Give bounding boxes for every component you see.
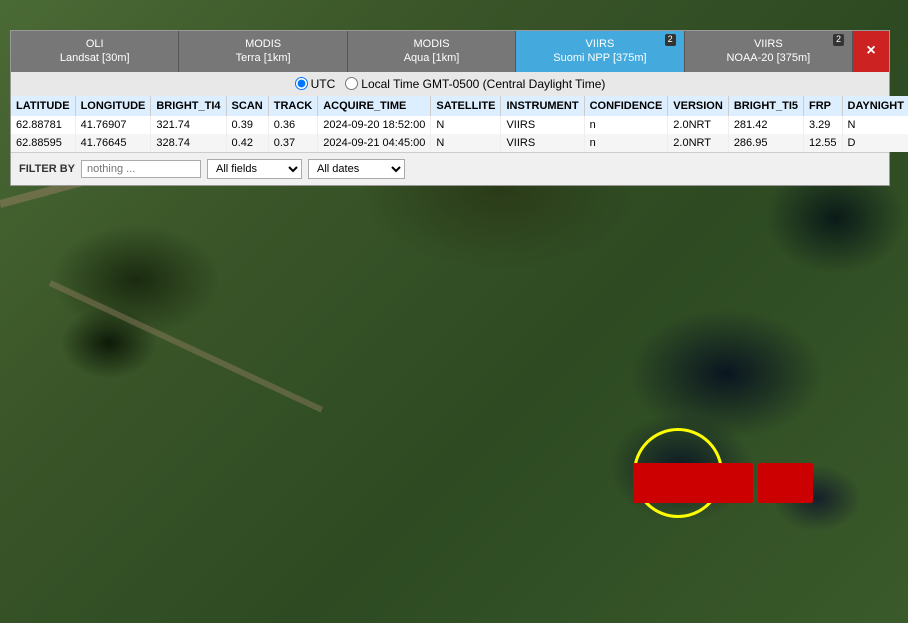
cell-confidence: n: [584, 134, 668, 152]
utc-radio-label[interactable]: UTC: [295, 77, 336, 91]
tab-modis-aqua[interactable]: MODIS Aqua [1km]: [348, 31, 516, 72]
tab-modis-terra[interactable]: MODIS Terra [1km]: [179, 31, 347, 72]
tab-oli[interactable]: OLI Landsat [30m]: [11, 31, 179, 72]
tab-viirs-noaa-label: VIIRS: [689, 37, 848, 51]
col-track: TRACK: [268, 96, 318, 116]
col-daynight: DAYNIGHT: [842, 96, 908, 116]
table-header: LATITUDE LONGITUDE BRIGHT_TI4 SCAN TRACK…: [11, 96, 908, 116]
table-body: 62.8878141.76907321.740.390.362024-09-20…: [11, 116, 908, 152]
cell-longitude: 41.76645: [75, 134, 151, 152]
tab-viirs-snpp-label: VIIRS: [520, 37, 679, 51]
cell-bright_ti5: 281.42: [728, 116, 803, 134]
cell-scan: 0.42: [226, 134, 268, 152]
cell-bright_ti5: 286.95: [728, 134, 803, 152]
tab-oli-sublabel: Landsat [30m]: [15, 51, 174, 65]
cell-bright_ti4: 321.74: [151, 116, 226, 134]
cell-confidence: n: [584, 116, 668, 134]
tab-modis-terra-sublabel: Terra [1km]: [183, 51, 342, 65]
tab-oli-label: OLI: [15, 37, 174, 51]
col-confidence: CONFIDENCE: [584, 96, 668, 116]
tabs-row: OLI Landsat [30m] MODIS Terra [1km] MODI…: [11, 31, 889, 72]
col-version: VERSION: [668, 96, 729, 116]
utc-radio[interactable]: [295, 77, 308, 90]
filter-fields-select[interactable]: All fields LATITUDE LONGITUDE BRIGHT_TI4…: [207, 159, 302, 179]
cell-scan: 0.39: [226, 116, 268, 134]
cell-frp: 12.55: [804, 134, 843, 152]
filter-row: FILTER BY All fields LATITUDE LONGITUDE …: [11, 152, 889, 185]
cell-daynight: N: [842, 116, 908, 134]
local-label: Local Time GMT-0500 (Central Daylight Ti…: [361, 77, 605, 91]
cell-longitude: 41.76907: [75, 116, 151, 134]
tab-viirs-snpp-badge: 2: [665, 34, 676, 46]
fire-rect-main: [633, 463, 753, 503]
cell-version: 2.0NRT: [668, 116, 729, 134]
filter-input[interactable]: [81, 160, 201, 178]
cell-track: 0.36: [268, 116, 318, 134]
table-row[interactable]: 62.8859541.76645328.740.420.372024-09-21…: [11, 134, 908, 152]
col-bright-ti5: BRIGHT_TI5: [728, 96, 803, 116]
cell-version: 2.0NRT: [668, 134, 729, 152]
cell-acquire_time: 2024-09-21 04:45:00: [318, 134, 431, 152]
cell-bright_ti4: 328.74: [151, 134, 226, 152]
tab-modis-terra-label: MODIS: [183, 37, 342, 51]
cell-instrument: VIIRS: [501, 134, 584, 152]
cell-satellite: N: [431, 134, 501, 152]
cell-acquire_time: 2024-09-20 18:52:00: [318, 116, 431, 134]
local-radio[interactable]: [345, 77, 358, 90]
cell-satellite: N: [431, 116, 501, 134]
col-frp: FRP: [804, 96, 843, 116]
tab-viirs-noaa-sublabel: NOAA-20 [375m]: [689, 51, 848, 65]
col-bright-ti4: BRIGHT_TI4: [151, 96, 226, 116]
utc-label: UTC: [311, 77, 336, 91]
col-longitude: LONGITUDE: [75, 96, 151, 116]
fire-data-table: LATITUDE LONGITUDE BRIGHT_TI4 SCAN TRACK…: [11, 96, 908, 152]
cell-daynight: D: [842, 134, 908, 152]
tab-viirs-noaa[interactable]: 2 VIIRS NOAA-20 [375m]: [685, 31, 853, 72]
close-button[interactable]: ×: [853, 31, 889, 72]
col-instrument: INSTRUMENT: [501, 96, 584, 116]
cell-latitude: 62.88595: [11, 134, 75, 152]
cell-frp: 3.29: [804, 116, 843, 134]
time-zone-row: UTC Local Time GMT-0500 (Central Dayligh…: [11, 72, 889, 96]
cell-instrument: VIIRS: [501, 116, 584, 134]
tab-viirs-snpp-sublabel: Suomi NPP [375m]: [520, 51, 679, 65]
filter-label: FILTER BY: [19, 163, 75, 175]
col-latitude: LATITUDE: [11, 96, 75, 116]
cell-track: 0.37: [268, 134, 318, 152]
tab-modis-aqua-sublabel: Aqua [1km]: [352, 51, 511, 65]
col-acquire-time: ACQUIRE_TIME: [318, 96, 431, 116]
tab-viirs-noaa-badge: 2: [833, 34, 844, 46]
tab-modis-aqua-label: MODIS: [352, 37, 511, 51]
col-satellite: SATELLITE: [431, 96, 501, 116]
tab-viirs-snpp[interactable]: 2 VIIRS Suomi NPP [375m]: [516, 31, 684, 72]
data-panel: OLI Landsat [30m] MODIS Terra [1km] MODI…: [10, 30, 890, 186]
col-scan: SCAN: [226, 96, 268, 116]
fire-rect-ext: [758, 463, 813, 503]
local-radio-label[interactable]: Local Time GMT-0500 (Central Daylight Ti…: [345, 77, 605, 91]
table-row[interactable]: 62.8878141.76907321.740.390.362024-09-20…: [11, 116, 908, 134]
filter-dates-select[interactable]: All dates Last 24 hours Last 48 hours La…: [308, 159, 405, 179]
cell-latitude: 62.88781: [11, 116, 75, 134]
